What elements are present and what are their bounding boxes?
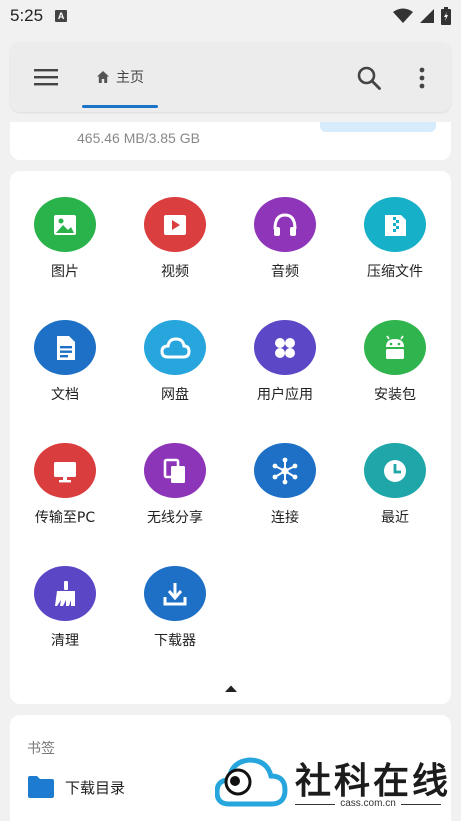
monitor-icon [34, 443, 96, 498]
category-label: 安装包 [374, 387, 416, 403]
share-icon [144, 443, 206, 498]
tab-active-indicator [82, 105, 158, 108]
download-icon [144, 566, 206, 621]
headphones-icon [254, 197, 316, 252]
category-monitor[interactable]: 传输至PC [15, 417, 115, 527]
archive-icon [364, 197, 426, 252]
storage-card: 465.46 MB/3.85 GB [10, 122, 451, 160]
bookmarks-title: 书签 [27, 741, 55, 757]
category-image[interactable]: 图片 [15, 171, 115, 281]
category-network[interactable]: 连接 [235, 417, 335, 527]
image-icon [34, 197, 96, 252]
category-label: 用户应用 [257, 387, 313, 403]
watermark-logo-icon [215, 757, 288, 807]
watermark-line-right [401, 804, 441, 805]
category-label: 下载器 [154, 633, 196, 649]
watermark-brand: 社科在线 [295, 761, 452, 802]
category-broom[interactable]: 清理 [15, 540, 115, 650]
battery-icon [441, 7, 451, 25]
category-download[interactable]: 下载器 [125, 540, 225, 650]
more-options-icon[interactable] [416, 65, 428, 91]
top-app-bar: 主页 [10, 42, 451, 112]
hamburger-menu-icon[interactable] [32, 66, 60, 88]
cell-signal-icon [420, 9, 434, 23]
category-cloud[interactable]: 网盘 [125, 294, 225, 404]
clock-icon [364, 443, 426, 498]
category-apps[interactable]: 用户应用 [235, 294, 335, 404]
wifi-icon [393, 8, 413, 23]
status-bar: 5:25 A [0, 0, 461, 32]
category-archive[interactable]: 压缩文件 [345, 171, 445, 281]
category-label: 最近 [381, 510, 409, 526]
category-label: 连接 [271, 510, 299, 526]
broom-icon [34, 566, 96, 621]
category-label: 视频 [161, 264, 189, 280]
network-icon [254, 443, 316, 498]
video-icon [144, 197, 206, 252]
cloud-icon [144, 320, 206, 375]
category-label: 网盘 [161, 387, 189, 403]
folder-icon [28, 776, 54, 798]
category-document[interactable]: 文档 [15, 294, 115, 404]
category-label: 传输至PC [34, 510, 96, 526]
storage-analyze-button[interactable] [320, 122, 436, 132]
search-icon[interactable] [356, 65, 382, 91]
collapse-arrow-icon[interactable] [224, 684, 238, 693]
watermark: 社科在线 cass.com.cn [215, 746, 455, 818]
bookmark-item[interactable]: 下载目录 [27, 775, 125, 799]
tab-home[interactable]: 主页 [82, 42, 158, 112]
status-icons [393, 7, 451, 25]
categories-card: 图片 视频 音频 压缩文件文档 网盘 用户应用 安装包传输至PC 无线分享 连接 最近清理 下载器 [10, 171, 451, 704]
category-label: 压缩文件 [367, 264, 423, 280]
document-icon [34, 320, 96, 375]
category-android[interactable]: 安装包 [345, 294, 445, 404]
storage-usage-text: 465.46 MB/3.85 GB [77, 130, 200, 146]
category-label: 音频 [271, 264, 299, 280]
notification-a-icon: A [55, 10, 68, 22]
bookmark-item-label: 下载目录 [65, 778, 126, 797]
apps-icon [254, 320, 316, 375]
android-icon [364, 320, 426, 375]
category-share[interactable]: 无线分享 [125, 417, 225, 527]
category-clock[interactable]: 最近 [345, 417, 445, 527]
tab-home-label: 主页 [116, 70, 144, 86]
category-video[interactable]: 视频 [125, 171, 225, 281]
category-label: 文档 [51, 387, 79, 403]
category-headphones[interactable]: 音频 [235, 171, 335, 281]
category-label: 清理 [51, 633, 79, 649]
category-label: 图片 [51, 264, 79, 280]
status-time: 5:25 [10, 6, 44, 25]
home-icon [97, 71, 109, 83]
category-label: 无线分享 [147, 510, 203, 526]
